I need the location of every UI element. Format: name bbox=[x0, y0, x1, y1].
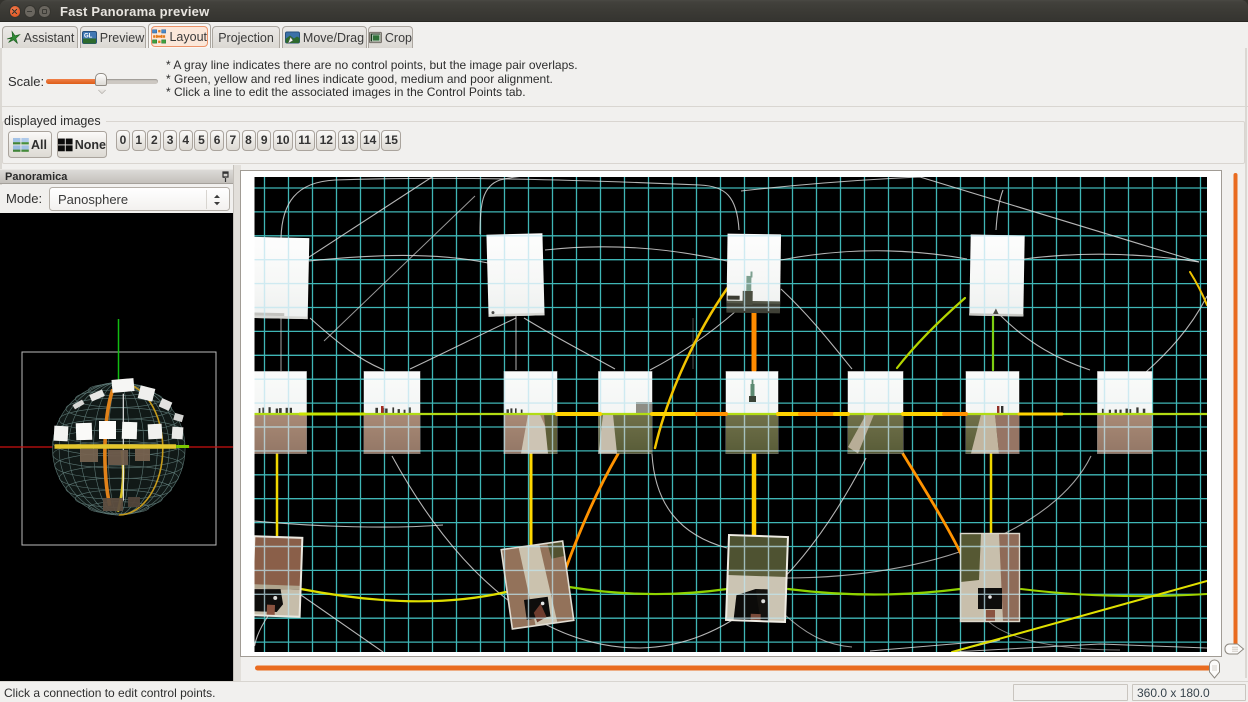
svg-text:GL: GL bbox=[84, 34, 93, 40]
